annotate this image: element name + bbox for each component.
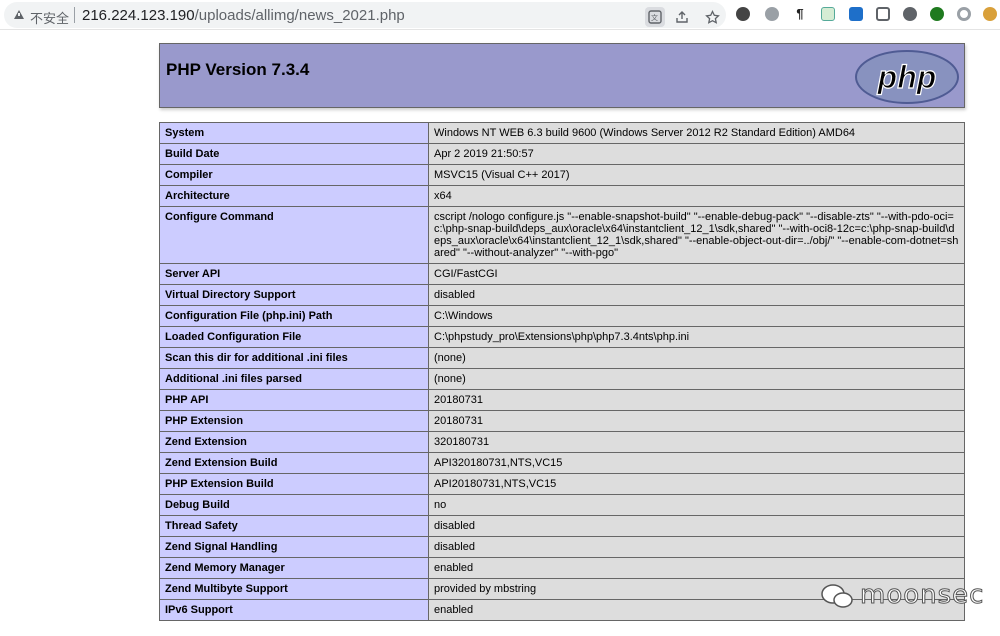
watermark: moonsec xyxy=(820,580,984,611)
row-value: cscript /nologo configure.js "--enable-s… xyxy=(428,206,965,264)
extension-pilcrow-icon[interactable]: ¶ xyxy=(793,7,807,21)
row-value: 320180731 xyxy=(428,431,965,453)
table-row: Scan this dir for additional .ini files(… xyxy=(159,347,965,369)
row-value: 20180731 xyxy=(428,389,965,411)
row-label: Build Date xyxy=(159,143,429,165)
profile-avatar[interactable] xyxy=(983,7,997,21)
table-row: Configuration File (php.ini) Path C:\Wind… xyxy=(159,305,965,327)
row-value: disabled xyxy=(428,536,965,558)
row-label: Thread Safety xyxy=(159,515,429,537)
row-label: Zend Multibyte Support xyxy=(159,578,429,600)
table-row: Zend Extension Build API320180731,NTS,VC1… xyxy=(159,452,965,474)
share-icon[interactable] xyxy=(672,7,692,27)
table-row: Zend Extension 320180731 xyxy=(159,431,965,453)
table-row: Architecture x64 xyxy=(159,185,965,207)
row-value: disabled xyxy=(428,284,965,306)
row-label: IPv6 Support xyxy=(159,599,429,621)
table-row: Thread Safety disabled xyxy=(159,515,965,537)
wechat-icon xyxy=(821,584,853,608)
star-icon[interactable] xyxy=(702,7,722,27)
row-value: MSVC15 (Visual C++ 2017) xyxy=(428,164,965,186)
extension-green-icon[interactable] xyxy=(930,7,944,21)
row-label: Loaded Configuration File xyxy=(159,326,429,348)
row-label: Zend Signal Handling xyxy=(159,536,429,558)
translate-icon[interactable]: 文 xyxy=(645,7,665,27)
table-row: Zend Signal Handling disabled xyxy=(159,536,965,558)
watermark-text: moonsec xyxy=(859,580,985,611)
extension-hat-icon[interactable] xyxy=(736,7,750,21)
table-row: Server API CGI/FastCGI xyxy=(159,263,965,285)
table-row: Additional .ini files parsed (none) xyxy=(159,368,965,390)
row-value: 20180731 xyxy=(428,410,965,432)
php-logo-text: php xyxy=(877,59,937,95)
row-label: Configuration File (php.ini) Path xyxy=(159,305,429,327)
extension-ring-icon[interactable] xyxy=(957,7,971,21)
row-label: Architecture xyxy=(159,185,429,207)
row-label: Configure Command xyxy=(159,206,429,264)
table-row: Debug Build no xyxy=(159,494,965,516)
divider xyxy=(74,7,75,23)
extension-bookmark-icon[interactable] xyxy=(849,7,863,21)
url-path: /uploads/allimg/news_2021.php xyxy=(194,7,405,24)
row-label: PHP Extension Build xyxy=(159,473,429,495)
table-row: Build Date Apr 2 2019 21:50:57 xyxy=(159,143,965,165)
row-label: Scan this dir for additional .ini files xyxy=(159,347,429,369)
row-label: PHP Extension xyxy=(159,410,429,432)
security-label[interactable]: 不安全 xyxy=(30,8,69,27)
row-value: CGI/FastCGI xyxy=(428,263,965,285)
phpinfo-header: PHP Version 7.3.4 php xyxy=(159,43,965,108)
row-value: C:\Windows xyxy=(428,305,965,327)
address-bar[interactable]: 不安全 216.224.123.190/uploads/allimg/news_… xyxy=(4,2,726,28)
row-label: System xyxy=(159,122,429,144)
table-row: Loaded Configuration File C:\phpstudy_pro… xyxy=(159,326,965,348)
row-value: (none) xyxy=(428,368,965,390)
row-label: Server API xyxy=(159,263,429,285)
table-row: PHP Extension Build API20180731,NTS,VC15 xyxy=(159,473,965,495)
row-value: C:\phpstudy_pro\Extensions\php\php7.3.4n… xyxy=(428,326,965,348)
row-value: API20180731,NTS,VC15 xyxy=(428,473,965,495)
table-row: Zend Memory Manager enabled xyxy=(159,557,965,579)
row-value: Apr 2 2019 21:50:57 xyxy=(428,143,965,165)
row-value: API320180731,NTS,VC15 xyxy=(428,452,965,474)
row-value: no xyxy=(428,494,965,516)
row-value: disabled xyxy=(428,515,965,537)
phpinfo-container: PHP Version 7.3.4 php System Windows NT W… xyxy=(159,43,965,621)
row-value: Windows NT WEB 6.3 build 9600 (Windows S… xyxy=(428,122,965,144)
row-label: Zend Extension Build xyxy=(159,452,429,474)
extension-plus-icon[interactable] xyxy=(821,7,835,21)
warning-icon[interactable] xyxy=(14,10,24,19)
php-logo[interactable]: php xyxy=(854,49,960,105)
page-title: PHP Version 7.3.4 xyxy=(166,60,310,79)
table-row: System Windows NT WEB 6.3 build 9600 (Win… xyxy=(159,122,965,144)
svg-text:文: 文 xyxy=(651,13,658,22)
row-label: Compiler xyxy=(159,164,429,186)
row-value: (none) xyxy=(428,347,965,369)
gear-icon[interactable] xyxy=(903,7,917,21)
browser-toolbar: 不安全 216.224.123.190/uploads/allimg/news_… xyxy=(0,0,1000,30)
row-label: Additional .ini files parsed xyxy=(159,368,429,390)
url-text[interactable]: 216.224.123.190/uploads/allimg/news_2021… xyxy=(82,7,405,24)
table-row: Configure Command cscript /nologo configu… xyxy=(159,206,965,264)
row-label: Zend Extension xyxy=(159,431,429,453)
table-row: Virtual Directory Support disabled xyxy=(159,284,965,306)
row-label: Virtual Directory Support xyxy=(159,284,429,306)
extension-globe-icon[interactable] xyxy=(765,7,779,21)
row-label: Zend Memory Manager xyxy=(159,557,429,579)
table-row: PHP API 20180731 xyxy=(159,389,965,411)
extension-copy-icon[interactable] xyxy=(876,7,890,21)
row-value: enabled xyxy=(428,557,965,579)
phpinfo-table: System Windows NT WEB 6.3 build 9600 (Win… xyxy=(159,122,965,621)
row-label: PHP API xyxy=(159,389,429,411)
url-host: 216.224.123.190 xyxy=(82,7,195,24)
table-row: Compiler MSVC15 (Visual C++ 2017) xyxy=(159,164,965,186)
table-row: PHP Extension 20180731 xyxy=(159,410,965,432)
row-label: Debug Build xyxy=(159,494,429,516)
row-value: x64 xyxy=(428,185,965,207)
